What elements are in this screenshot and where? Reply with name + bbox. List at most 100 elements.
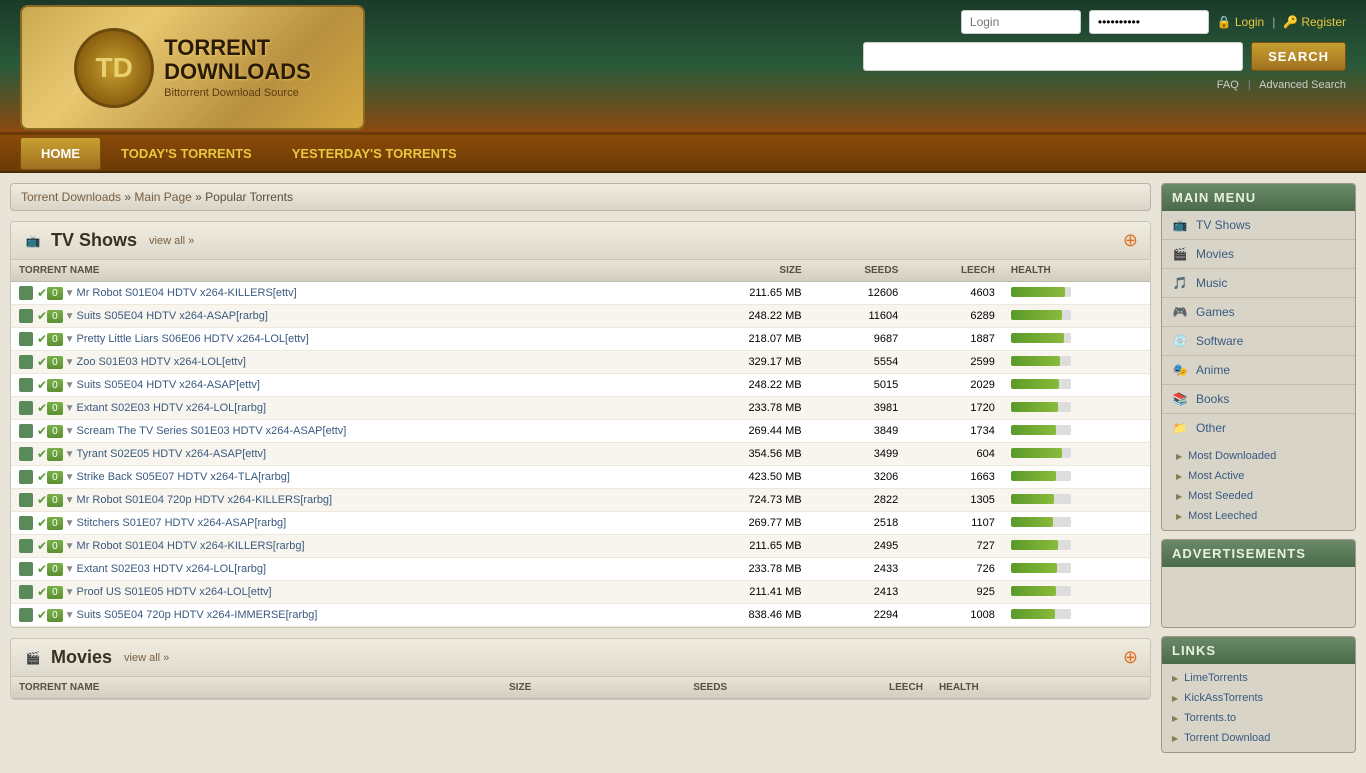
- health-cell: [1003, 512, 1150, 535]
- sidebar-most-active[interactable]: ▶ Most Active: [1162, 466, 1355, 486]
- flag-icon: ▼: [65, 518, 75, 529]
- health-bar: [1011, 517, 1053, 527]
- torrent-link[interactable]: Suits S05E04 HDTV x264-ASAP[rarbg]: [77, 310, 268, 322]
- movies-rss-icon[interactable]: ⊕: [1123, 647, 1138, 668]
- vote-button[interactable]: 0: [47, 563, 63, 576]
- link-limetorrents[interactable]: ▶ LimeTorrents: [1162, 668, 1355, 688]
- tv-row-icon: [19, 401, 33, 415]
- torrent-link[interactable]: Mr Robot S01E04 HDTV x264-KILLERS[rarbg]: [77, 540, 305, 552]
- torrent-link[interactable]: Mr Robot S01E04 720p HDTV x264-KILLERS[r…: [77, 494, 333, 506]
- sidebar-most-downloaded[interactable]: ▶ Most Downloaded: [1162, 446, 1355, 466]
- torrent-link[interactable]: Strike Back S05E07 HDTV x264-TLA[rarbg]: [77, 471, 290, 483]
- vote-button[interactable]: 0: [47, 517, 63, 530]
- vote-button[interactable]: 0: [47, 471, 63, 484]
- sidebar-item-games[interactable]: 🎮 Games: [1162, 298, 1355, 327]
- breadcrumb-main[interactable]: Main Page: [134, 190, 191, 204]
- advanced-search-link[interactable]: Advanced Search: [1259, 79, 1346, 91]
- tv-row-icon: [19, 585, 33, 599]
- leech-cell: 1008: [906, 604, 1003, 627]
- link-torrent-download[interactable]: ▶ Torrent Download: [1162, 728, 1355, 748]
- health-bar-container: [1011, 609, 1071, 619]
- torrent-link[interactable]: Tyrant S02E05 HDTV x264-ASAP[ettv]: [77, 448, 267, 460]
- vote-button[interactable]: 0: [47, 310, 63, 323]
- torrent-link[interactable]: Zoo S01E03 HDTV x264-LOL[ettv]: [77, 356, 246, 368]
- health-bar: [1011, 356, 1060, 366]
- vote-button[interactable]: 0: [47, 540, 63, 553]
- logo-area[interactable]: TD TORRENT DOWNLOADS Bittorrent Download…: [20, 5, 365, 130]
- torrent-name-cell: ✔ 0 ▼ Tyrant S02E05 HDTV x264-ASAP[ettv]: [11, 443, 676, 466]
- link-torrents-to[interactable]: ▶ Torrents.to: [1162, 708, 1355, 728]
- link-kickasstorrents[interactable]: ▶ KickAssTorrents: [1162, 688, 1355, 708]
- health-bar: [1011, 586, 1056, 596]
- vote-button[interactable]: 0: [47, 402, 63, 415]
- sidebar-item-books[interactable]: 📚 Books: [1162, 385, 1355, 414]
- bullet-icon: ▶: [1172, 694, 1178, 703]
- other-icon: 📁: [1172, 420, 1188, 436]
- vote-button[interactable]: 0: [47, 586, 63, 599]
- breadcrumb-home[interactable]: Torrent Downloads: [21, 190, 121, 204]
- torrent-name-cell: ✔ 0 ▼ Scream The TV Series S01E03 HDTV x…: [11, 420, 676, 443]
- vote-button[interactable]: 0: [47, 425, 63, 438]
- sidebar-item-software[interactable]: 💿 Software: [1162, 327, 1355, 356]
- register-link[interactable]: 🔑Register: [1283, 15, 1346, 29]
- sidebar-most-seeded[interactable]: ▶ Most Seeded: [1162, 486, 1355, 506]
- table-row: ✔ 0 ▼ Pretty Little Liars S06E06 HDTV x2…: [11, 328, 1150, 351]
- health-bar-container: [1011, 563, 1071, 573]
- health-bar-container: [1011, 494, 1071, 504]
- sidebar-item-tvshows[interactable]: 📺 TV Shows: [1162, 211, 1355, 240]
- nav-yesterday[interactable]: YESTERDAY'S TORRENTS: [272, 138, 477, 169]
- torrent-link[interactable]: Mr Robot S01E04 HDTV x264-KILLERS[ettv]: [77, 287, 297, 299]
- torrent-link[interactable]: Pretty Little Liars S06E06 HDTV x264-LOL…: [77, 333, 309, 345]
- health-bar: [1011, 379, 1059, 389]
- kickasstorrents-label: KickAssTorrents: [1184, 692, 1263, 704]
- table-row: ✔ 0 ▼ Suits S05E04 HDTV x264-ASAP[rarbg]…: [11, 305, 1150, 328]
- size-cell: 233.78 MB: [676, 558, 810, 581]
- movies-view-all[interactable]: view all »: [124, 652, 169, 664]
- nav-home[interactable]: HOME: [20, 137, 101, 170]
- torrent-link[interactable]: Scream The TV Series S01E03 HDTV x264-AS…: [77, 425, 347, 437]
- movies-cat-icon: 🎬: [1172, 246, 1188, 262]
- check-icon: ✔: [37, 355, 47, 369]
- vote-button[interactable]: 0: [47, 379, 63, 392]
- torrent-link[interactable]: Suits S05E04 HDTV x264-ASAP[ettv]: [77, 379, 260, 391]
- main-container: Torrent Downloads » Main Page » Popular …: [0, 173, 1366, 773]
- torrent-link[interactable]: Proof US S01E05 HDTV x264-LOL[ettv]: [77, 586, 272, 598]
- vote-button[interactable]: 0: [47, 448, 63, 461]
- sidebar-item-other[interactable]: 📁 Other: [1162, 414, 1355, 442]
- sidebar-item-music[interactable]: 🎵 Music: [1162, 269, 1355, 298]
- flag-icon: ▼: [65, 334, 75, 345]
- vote-button[interactable]: 0: [47, 287, 63, 300]
- login-link[interactable]: 🔒Login: [1217, 15, 1264, 29]
- tv-shows-view-all[interactable]: view all »: [149, 235, 194, 247]
- sidebar-item-movies[interactable]: 🎬 Movies: [1162, 240, 1355, 269]
- nav-today[interactable]: TODAY'S TORRENTS: [101, 138, 272, 169]
- leech-cell: 4603: [906, 282, 1003, 305]
- links-panel: LINKS ▶ LimeTorrents ▶ KickAssTorrents ▶…: [1161, 636, 1356, 753]
- login-input[interactable]: [961, 10, 1081, 34]
- health-cell: [1003, 397, 1150, 420]
- tv-shows-rss-icon[interactable]: ⊕: [1123, 230, 1138, 251]
- seeds-cell: 5015: [810, 374, 907, 397]
- health-cell: [1003, 558, 1150, 581]
- torrent-link[interactable]: Extant S02E03 HDTV x264-LOL[rarbg]: [77, 402, 267, 414]
- torrent-link[interactable]: Extant S02E03 HDTV x264-LOL[rarbg]: [77, 563, 267, 575]
- torrent-name-cell: ✔ 0 ▼ Suits S05E04 HDTV x264-ASAP[ettv]: [11, 374, 676, 397]
- torrent-link[interactable]: Suits S05E04 720p HDTV x264-IMMERSE[rarb…: [77, 609, 318, 621]
- sidebar-item-anime[interactable]: 🎭 Anime: [1162, 356, 1355, 385]
- search-input[interactable]: [863, 42, 1243, 71]
- breadcrumb: Torrent Downloads » Main Page » Popular …: [10, 183, 1151, 211]
- faq-link[interactable]: FAQ: [1217, 79, 1239, 91]
- tv-row-icon: [19, 355, 33, 369]
- vote-button[interactable]: 0: [47, 494, 63, 507]
- vote-button[interactable]: 0: [47, 356, 63, 369]
- sidebar-most-leeched[interactable]: ▶ Most Leeched: [1162, 506, 1355, 526]
- vote-button[interactable]: 0: [47, 333, 63, 346]
- search-button[interactable]: SEARCH: [1251, 42, 1346, 71]
- vote-button[interactable]: 0: [47, 609, 63, 622]
- password-input[interactable]: [1089, 10, 1209, 34]
- table-header-row: TORRENT NAME SIZE SEEDS LEECH HEALTH: [11, 260, 1150, 282]
- torrent-link[interactable]: Stitchers S01E07 HDTV x264-ASAP[rarbg]: [77, 517, 287, 529]
- movies-col-size: SIZE: [389, 677, 539, 699]
- torrent-name-cell: ✔ 0 ▼ Extant S02E03 HDTV x264-LOL[rarbg]: [11, 397, 676, 420]
- flag-icon: ▼: [65, 541, 75, 552]
